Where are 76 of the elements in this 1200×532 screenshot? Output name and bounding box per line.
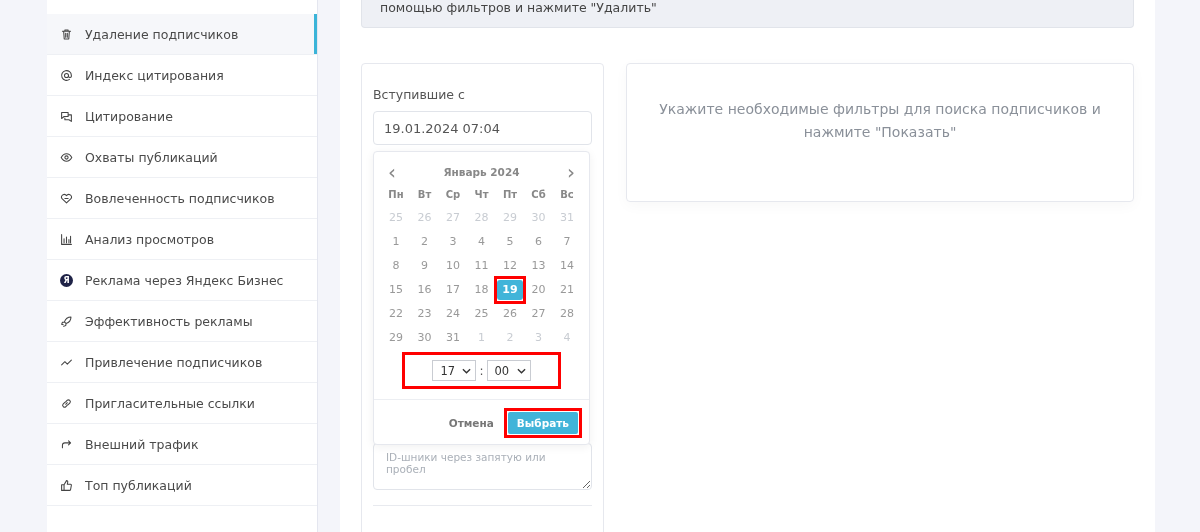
sidebar-item[interactable]: Внешний трафик: [47, 424, 317, 465]
sidebar-item[interactable]: Анализ просмотров: [47, 219, 317, 260]
weekday-label: Ср: [444, 188, 462, 202]
calendar-day[interactable]: 1: [383, 232, 409, 252]
calendar-day[interactable]: 5: [497, 232, 523, 252]
ids-field[interactable]: ID-шники через запятую или пробел: [373, 443, 592, 490]
cancel-button[interactable]: Отмена: [442, 416, 500, 430]
weekday-label: Вс: [559, 188, 575, 202]
calendar-day[interactable]: 7: [554, 232, 580, 252]
sidebar-item[interactable]: Привлечение подписчиков: [47, 342, 317, 383]
share-arrow-icon: [60, 437, 73, 451]
field-label: Вступившие с: [373, 87, 466, 102]
calendar-day[interactable]: 25: [468, 304, 495, 324]
calendar-day[interactable]: 21: [554, 280, 580, 300]
weekday-label: Сб: [530, 188, 547, 202]
calendar-day[interactable]: 17: [440, 280, 466, 300]
sidebar-item[interactable]: Топ публикаций: [47, 465, 317, 506]
hour-select[interactable]: 17: [432, 360, 477, 381]
calendar-day[interactable]: 16: [411, 280, 438, 300]
calendar-day[interactable]: 27: [525, 304, 552, 324]
calendar-day[interactable]: 24: [440, 304, 466, 324]
calendar-day[interactable]: 29: [383, 328, 409, 348]
calendar-day[interactable]: 15: [383, 280, 409, 300]
sidebar-item[interactable]: Эффективность рекламы: [47, 301, 317, 342]
bar-chart-icon: [60, 232, 73, 246]
sidebar-item[interactable]: Вовлеченность подписчиков: [47, 178, 317, 219]
at-sign-icon: [60, 68, 73, 82]
calendar-day[interactable]: 11: [468, 256, 495, 276]
weekday-label: Чт: [473, 188, 490, 202]
yandex-icon: Я: [60, 273, 73, 287]
weekday-label: Вт: [416, 188, 433, 202]
sidebar-item[interactable]: Удаление подписчиков: [47, 14, 317, 55]
sidebar-item[interactable]: Охваты публикаций: [47, 137, 317, 178]
rocket-icon: [60, 314, 73, 328]
next-month-button[interactable]: ›: [563, 162, 579, 182]
calendar-day[interactable]: 14: [554, 256, 580, 276]
calendar-day[interactable]: 3: [440, 232, 466, 252]
thumbs-up-icon: [60, 478, 73, 492]
chat-icon: [60, 109, 73, 123]
calendar-day[interactable]: 23: [411, 304, 438, 324]
chevron-down-icon: [516, 367, 526, 374]
select-button[interactable]: Выбрать: [507, 412, 578, 434]
weekday-label: Пн: [387, 188, 405, 202]
calendar-day[interactable]: 6: [525, 232, 552, 252]
calendar-day[interactable]: 4: [468, 232, 495, 252]
empty-state-message: Укажите необходимые фильтры для поиска подписчиков и нажмите "Показать": [658, 99, 1102, 142]
month-title: Январь 2024: [443, 166, 520, 178]
calendar-day[interactable]: 26: [497, 304, 523, 324]
calendar-day[interactable]: 28: [554, 304, 580, 324]
heart-icon: [60, 191, 73, 205]
calendar-day[interactable]: 13: [525, 256, 552, 276]
info-alert: помощью фильтров и нажмите "Удалить": [361, 0, 1134, 28]
sidebar-item[interactable]: Пригласительные ссылки: [47, 383, 317, 424]
sidebar-item[interactable]: Цитирование: [47, 96, 317, 137]
calendar-day[interactable]: 31: [440, 328, 466, 348]
calendar-day[interactable]: 19: [497, 280, 523, 300]
chevron-down-icon: [462, 367, 472, 374]
link-icon: [60, 396, 73, 410]
calendar-day[interactable]: 9: [411, 256, 438, 276]
trash-icon: [60, 27, 73, 41]
calendar-day[interactable]: 2: [411, 232, 438, 252]
sidebar-item[interactable]: Индекс цитирования: [47, 55, 317, 96]
calendar-day[interactable]: 30: [411, 328, 438, 348]
date-field[interactable]: 19.01.2024 07:04: [373, 111, 592, 145]
calendar-day[interactable]: 12: [497, 256, 523, 276]
sidebar-item[interactable]: Я Реклама через Яндекс Бизнес: [47, 260, 317, 301]
minute-select[interactable]: 00: [486, 360, 531, 381]
calendar-day[interactable]: 22: [383, 304, 409, 324]
eye-icon: [60, 150, 73, 164]
calendar-day[interactable]: 20: [525, 280, 552, 300]
previous-month-button[interactable]: ‹: [384, 162, 400, 182]
calendar-day[interactable]: 18: [468, 280, 495, 300]
calendar-day[interactable]: 8: [383, 256, 409, 276]
time-separator: :: [479, 363, 484, 378]
weekday-label: Пт: [501, 188, 519, 202]
calendar-day[interactable]: 10: [440, 256, 466, 276]
